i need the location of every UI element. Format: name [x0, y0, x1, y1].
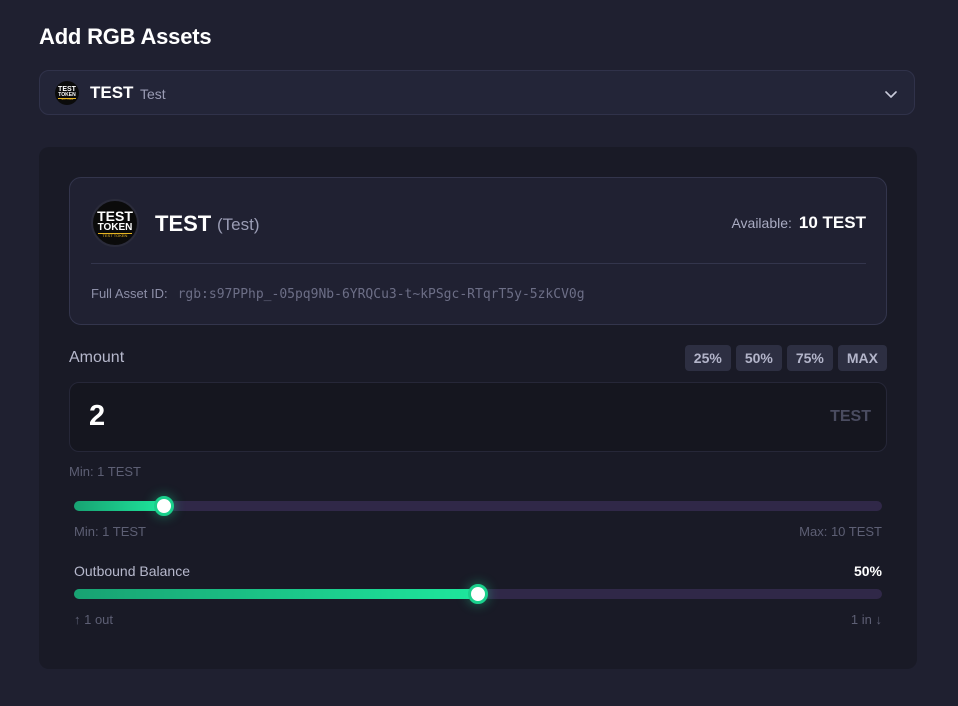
outbound-in-label: 1 in ↓ — [850, 612, 882, 627]
divider — [91, 263, 866, 264]
asset-id-row: Full Asset ID: rgb:s97PPhp_-05pq9Nb-6YRQ… — [91, 286, 585, 302]
amount-slider-fill — [74, 501, 164, 511]
outbound-balance-slider[interactable] — [74, 584, 882, 604]
available-label: Available: — [731, 215, 792, 231]
slider-min-label: Min: 1 TEST — [74, 524, 147, 539]
asset-selector-dropdown[interactable]: TEST TOKEN TEST TOKEN TEST Test — [39, 70, 915, 115]
amount-slider-thumb[interactable] — [153, 496, 174, 516]
slider-max-label: Max: 10 TEST — [799, 524, 882, 539]
outbound-slider-labels: ↑ 1 out 1 in ↓ — [74, 612, 882, 627]
amount-label: Amount — [69, 349, 125, 366]
outbound-out-label: ↑ 1 out — [74, 612, 114, 627]
outbound-balance-row: Outbound Balance 50% — [74, 563, 882, 579]
asset-info-card: TEST TOKEN TEST TOKEN TEST (Test) Availa… — [69, 177, 887, 325]
outbound-balance-value: 50% — [853, 563, 882, 579]
selected-asset-ticker: TEST — [90, 83, 134, 102]
chevron-down-icon[interactable] — [884, 87, 898, 101]
outbound-balance-label: Outbound Balance — [74, 563, 190, 579]
percent-25-button[interactable]: 25% — [684, 345, 731, 371]
percent-75-button[interactable]: 75% — [786, 345, 833, 371]
amount-value[interactable]: 2 — [89, 400, 105, 433]
outbound-slider-thumb[interactable] — [468, 584, 488, 604]
token-logo-icon: TEST TOKEN TEST TOKEN — [91, 199, 139, 247]
outbound-slider-fill — [74, 589, 478, 599]
percent-buttons: 25% 50% 75% MAX — [684, 345, 887, 371]
amount-unit: TEST — [830, 408, 871, 425]
amount-slider[interactable] — [74, 496, 882, 516]
amount-min-note: Min: 1 TEST — [69, 464, 142, 479]
asset-config-panel: TEST TOKEN TEST TOKEN TEST (Test) Availa… — [39, 147, 917, 669]
max-button[interactable]: MAX — [837, 345, 887, 371]
percent-50-button[interactable]: 50% — [735, 345, 782, 371]
amount-slider-labels: Min: 1 TEST Max: 10 TEST — [74, 524, 882, 539]
amount-input[interactable]: 2 TEST — [69, 382, 887, 452]
asset-ticker: TEST — [155, 211, 212, 236]
asset-id-label: Full Asset ID: — [91, 286, 168, 301]
add-rgb-assets-page: Add RGB Assets TEST TOKEN TEST TOKEN TES… — [0, 0, 958, 706]
asset-id-value[interactable]: rgb:s97PPhp_-05pq9Nb-6YRQCu3-t~kPSgc-RTq… — [178, 287, 585, 302]
selected-asset-name: Test — [140, 86, 166, 102]
token-logo-icon: TEST TOKEN TEST TOKEN — [55, 81, 79, 105]
available-balance: Available: 10 TEST — [731, 213, 866, 233]
page-title: Add RGB Assets — [39, 24, 212, 49]
asset-name: (Test) — [217, 215, 260, 234]
available-value: 10 TEST — [798, 213, 866, 232]
